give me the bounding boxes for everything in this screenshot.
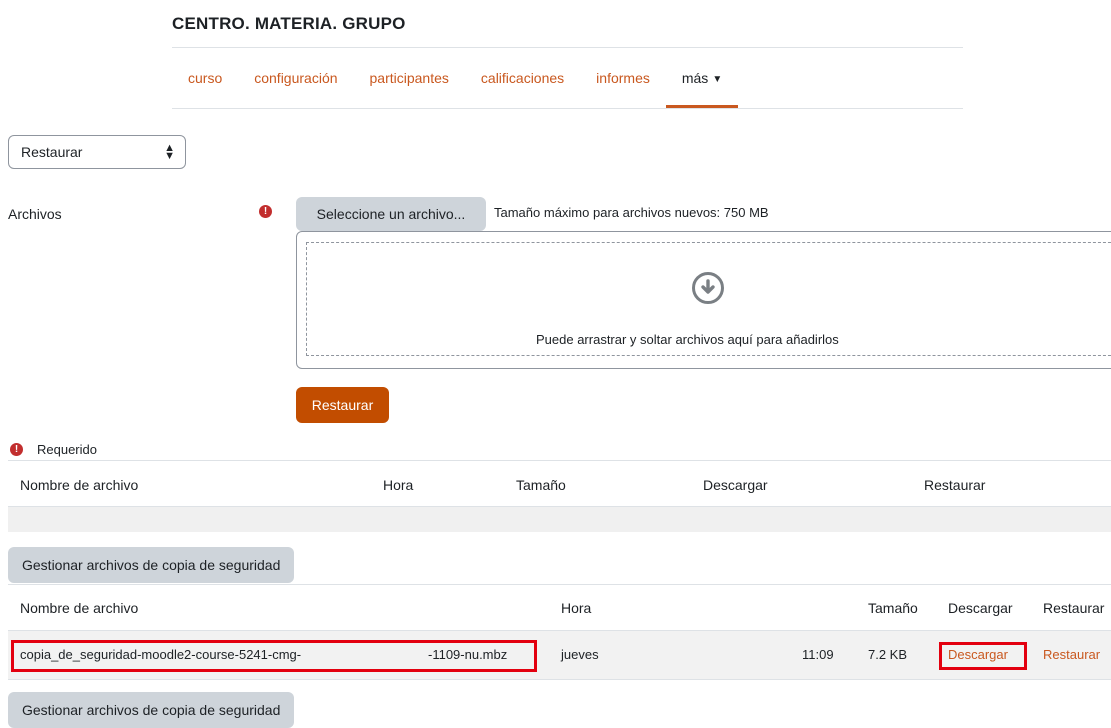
table1-header-restore: Restaurar [924, 477, 986, 493]
tab-participantes[interactable]: participantes [354, 60, 465, 108]
max-size-text: Tamaño máximo para archivos nuevos: 750 … [494, 205, 769, 220]
table2-header-restore: Restaurar [1043, 600, 1105, 616]
tab-mas-label: más [681, 70, 709, 86]
backup-time: 11:09 [802, 647, 834, 662]
backup-filename-end: -1109-nu.mbz [428, 647, 508, 662]
tab-mas[interactable]: más ▼ [665, 60, 739, 108]
table1-header-time: Hora [383, 477, 414, 493]
tab-configuracion[interactable]: configuración [238, 60, 353, 108]
tab-calificaciones[interactable]: calificaciones [465, 60, 580, 108]
tab-curso[interactable]: curso [172, 60, 238, 108]
table2-top-border [8, 584, 1111, 585]
backup-filename-start: copia_de_seguridad-moodle2-course-5241-c… [20, 647, 302, 662]
table1-header-size: Tamaño [516, 477, 566, 493]
nav-divider [172, 108, 963, 109]
backup-size: 7.2 KB [868, 647, 908, 662]
table1-header-filename: Nombre de archivo [20, 477, 139, 493]
tab-informes[interactable]: informes [580, 60, 666, 108]
manage-backups-button-2[interactable]: Gestionar archivos de copia de seguridad [8, 692, 295, 728]
table2-bottom-border [8, 679, 1111, 680]
manage-backups-button[interactable]: Gestionar archivos de copia de seguridad [8, 547, 295, 583]
files-label: Archivos [8, 206, 62, 222]
required-legend-text: Requerido [37, 442, 97, 457]
download-arrow-icon [692, 272, 724, 304]
header-divider [172, 47, 963, 48]
required-icon: ! [259, 205, 272, 218]
dropzone-text: Puede arrastrar y soltar archivos aquí p… [536, 332, 839, 347]
select-updown-icon: ▲ ▼ [164, 142, 175, 162]
chevron-down-icon: ▼ [712, 74, 723, 85]
table2-header-download: Descargar [948, 600, 1013, 616]
table2-header-time: Hora [561, 600, 592, 616]
action-select[interactable]: Restaurar ▲ ▼ [8, 135, 186, 169]
course-title: CENTRO. MATERIA. GRUPO [172, 14, 406, 33]
table2-header-size: Tamaño [868, 600, 918, 616]
table1-top-border [8, 460, 1111, 461]
restore-button[interactable]: Restaurar [296, 387, 389, 423]
restore-link[interactable]: Restaurar [1043, 647, 1100, 662]
table1-empty-row [8, 507, 1111, 532]
course-nav: curso configuración participantes califi… [172, 60, 739, 108]
select-file-button[interactable]: Seleccione un archivo... [296, 197, 486, 231]
backup-day: jueves [561, 647, 599, 662]
required-legend-icon: ! [10, 443, 23, 456]
table1-header-download: Descargar [703, 477, 768, 493]
download-link[interactable]: Descargar [948, 647, 1008, 662]
action-select-value: Restaurar [21, 144, 83, 160]
table2-header-filename: Nombre de archivo [20, 600, 139, 616]
